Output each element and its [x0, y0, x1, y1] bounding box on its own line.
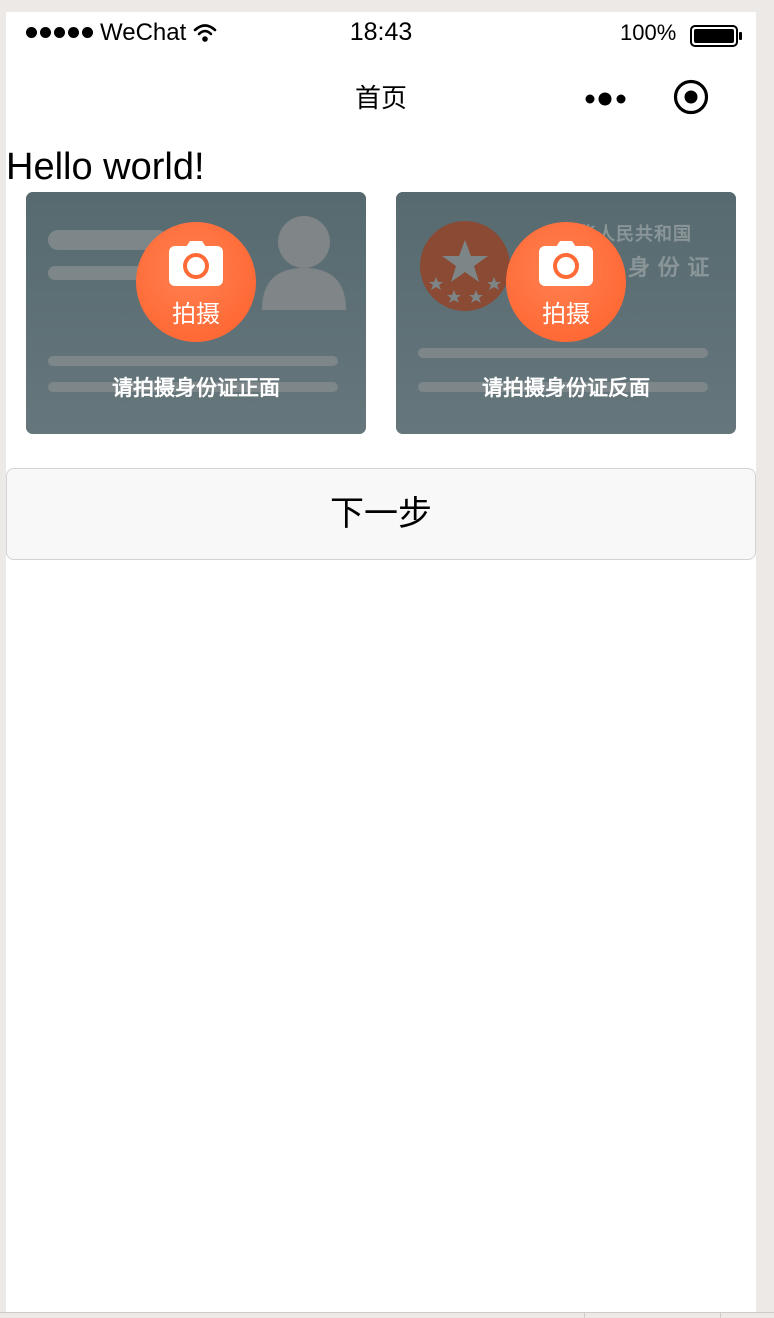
battery-icon	[690, 25, 742, 47]
shoot-button-label: 拍摄	[542, 300, 590, 328]
greeting-text: Hello world!	[6, 146, 205, 188]
battery-percentage: 100%	[620, 20, 677, 45]
id-card-front-upload[interactable]: 拍摄 请拍摄身份证正面	[26, 192, 366, 434]
shoot-button-label: 拍摄	[172, 300, 220, 328]
id-card-emblem-line2: 身 份 证	[628, 255, 710, 281]
page-title: 首页	[354, 84, 407, 114]
shoot-back-button[interactable]: 拍摄	[506, 222, 626, 342]
more-dots-icon[interactable]	[584, 92, 628, 106]
status-bar: WeChat 18:43 100%	[6, 12, 756, 52]
next-step-button[interactable]: 下一步	[6, 468, 756, 560]
camera-icon	[169, 241, 223, 286]
id-card-back-upload[interactable]: 华人民共和国 身 份 证 拍摄 请拍摄身份证反面	[396, 192, 736, 434]
window-bottom-tick	[720, 1313, 721, 1318]
phone-screen: WeChat 18:43 100% 首页 Hello world! 拍摄 请拍摄…	[6, 12, 756, 1312]
camera-icon	[539, 241, 593, 286]
shoot-front-button[interactable]: 拍摄	[136, 222, 256, 342]
id-card-front-caption: 请拍摄身份证正面	[112, 376, 280, 400]
window-bottom-border	[0, 1312, 774, 1313]
id-card-back-caption: 请拍摄身份证反面	[482, 376, 650, 400]
record-circle-icon[interactable]	[672, 78, 710, 116]
window-bottom-tick	[584, 1313, 585, 1318]
